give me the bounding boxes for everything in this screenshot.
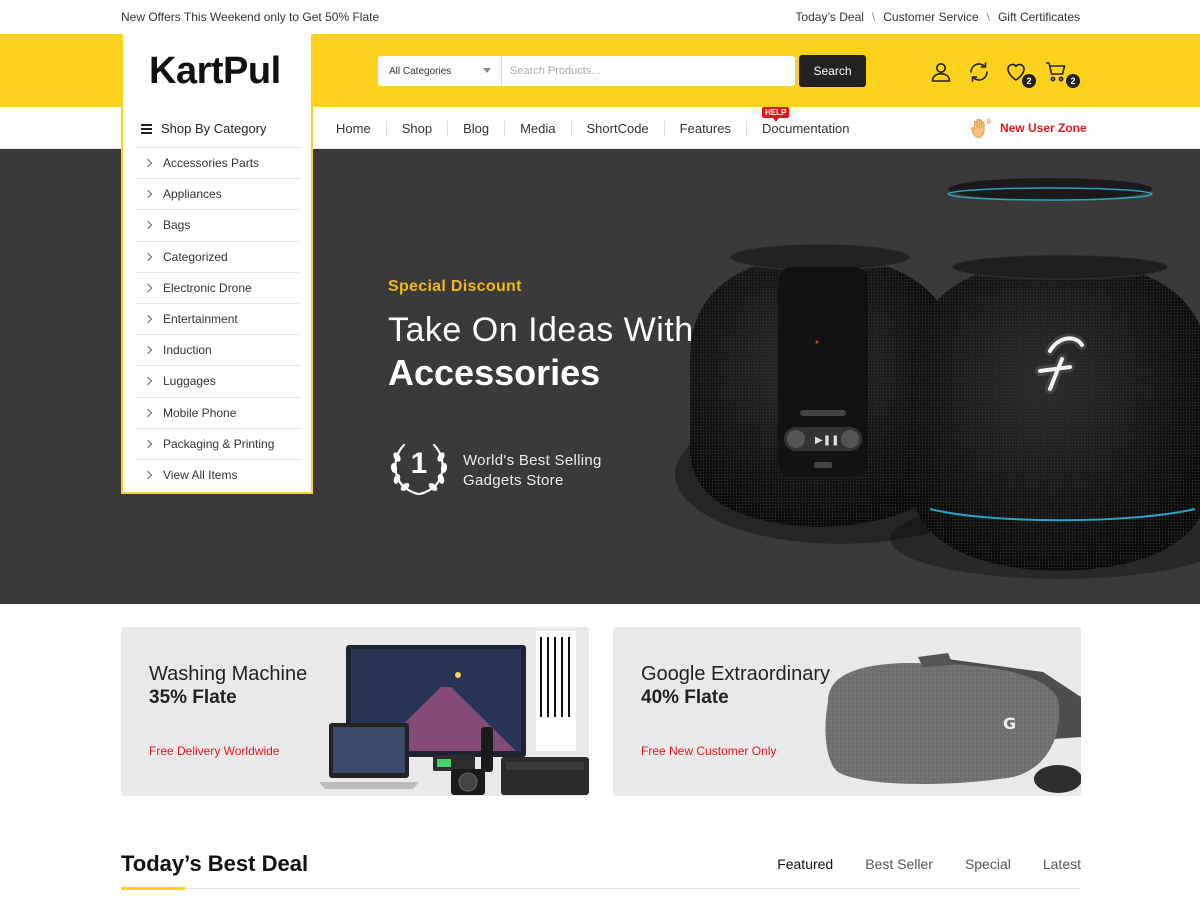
- category-select-value: All Categories: [389, 65, 452, 77]
- category-item-view-all[interactable]: View All Items: [135, 458, 301, 490]
- chevron-right-icon: [143, 252, 153, 261]
- category-item-entertainment[interactable]: Entertainment: [135, 302, 301, 334]
- category-item-packaging-printing[interactable]: Packaging & Printing: [135, 427, 301, 459]
- category-item-electronic-drone[interactable]: Electronic Drone: [135, 271, 301, 303]
- section-accent-bar: [121, 887, 185, 890]
- vr-headset-image: G: [825, 653, 1081, 793]
- tab-featured[interactable]: Featured: [777, 856, 833, 872]
- refresh-icon[interactable]: [967, 60, 991, 84]
- chevron-right-icon: [143, 158, 153, 168]
- chevron-down-icon: [483, 68, 491, 73]
- nav-features[interactable]: Features: [663, 121, 746, 136]
- category-label: Accessories Parts: [163, 156, 260, 171]
- banner-title: Google Extraordinary: [641, 663, 830, 685]
- tab-latest[interactable]: Latest: [1043, 856, 1081, 872]
- chevron-right-icon: [143, 221, 153, 230]
- svg-text:▶❚❚: ▶❚❚: [815, 435, 839, 446]
- help-badge: HELP: [762, 107, 790, 122]
- promo-banner-google-vr[interactable]: G Google Extraordinary 40% Flate Free Ne…: [613, 627, 1081, 796]
- user-icon[interactable]: [929, 60, 953, 84]
- gift-certificates-link[interactable]: Gift Certificates: [998, 10, 1080, 24]
- category-item-induction[interactable]: Induction: [135, 334, 301, 365]
- category-label: Electronic Drone: [163, 280, 252, 295]
- chevron-right-icon: [143, 439, 153, 449]
- category-list: Accessories Parts Appliances Bags Catego…: [135, 147, 301, 490]
- nav-home[interactable]: Home: [321, 121, 386, 136]
- menu-icon: [141, 123, 152, 134]
- separator: \: [986, 10, 990, 24]
- category-label: Bags: [163, 218, 191, 233]
- category-item-bags[interactable]: Bags: [135, 209, 301, 240]
- banner-title: Washing Machine: [149, 663, 308, 685]
- banner-note: Free Delivery Worldwide: [149, 744, 280, 758]
- cart-count-badge: 2: [1066, 74, 1080, 88]
- category-item-mobile-phone[interactable]: Mobile Phone: [135, 396, 301, 428]
- new-user-zone-link[interactable]: New User Zone: [968, 116, 1087, 140]
- chevron-right-icon: [143, 345, 153, 355]
- separator: \: [871, 10, 876, 24]
- category-title: Shop By Category: [161, 121, 267, 136]
- hero-headline: Take On Ideas With: [388, 311, 694, 349]
- banner-offer: 35% Flate: [149, 687, 237, 708]
- chevron-right-icon: [143, 470, 153, 480]
- category-sidebar: Shop By Category Accessories Parts Appli…: [121, 107, 313, 494]
- top-links: Today’s Deal \ Customer Service \ Gift C…: [795, 10, 1080, 24]
- deal-tabs: Featured Best Seller Special Latest: [777, 856, 1081, 872]
- customer-service-link[interactable]: Customer Service: [883, 10, 978, 24]
- category-label: Luggages: [163, 374, 216, 389]
- category-select[interactable]: All Categories: [378, 56, 502, 86]
- award-text-line: Gadgets Store: [463, 472, 564, 489]
- promo-text: New Offers This Weekend only to Get 50% …: [121, 10, 380, 24]
- banner-note: Free New Customer Only: [641, 744, 777, 758]
- category-label: Entertainment: [163, 312, 238, 327]
- search-input[interactable]: [502, 57, 795, 85]
- todays-deal-link[interactable]: Today’s Deal: [795, 10, 863, 24]
- nav-documentation[interactable]: Documentation: [745, 121, 864, 136]
- award-text: World's Best Selling Gadgets Store: [463, 451, 602, 491]
- main-nav: Home Shop Blog Media ShortCode Features …: [321, 121, 864, 136]
- section-divider: [121, 888, 1081, 889]
- category-label: Mobile Phone: [163, 405, 237, 420]
- category-label: Appliances: [163, 187, 222, 202]
- electronics-product-image: [319, 631, 589, 795]
- new-user-zone-label: New User Zone: [1000, 121, 1087, 135]
- tab-best-seller[interactable]: Best Seller: [865, 856, 933, 872]
- nav-blog[interactable]: Blog: [447, 121, 504, 136]
- shop-by-category-header[interactable]: Shop By Category: [141, 121, 267, 136]
- category-item-categorized[interactable]: Categorized: [135, 240, 301, 272]
- section-title: Today’s Best Deal: [121, 851, 309, 876]
- tab-special[interactable]: Special: [965, 856, 1011, 872]
- hero-kicker: Special Discount: [388, 278, 522, 295]
- site-logo[interactable]: KartPul: [149, 50, 281, 93]
- chevron-right-icon: [143, 377, 153, 386]
- top-bar: New Offers This Weekend only to Get 50% …: [0, 0, 1200, 34]
- category-item-appliances[interactable]: Appliances: [135, 178, 301, 209]
- category-label: Packaging & Printing: [163, 436, 275, 451]
- award-text-line: World's Best Selling: [463, 452, 602, 469]
- cart-icon[interactable]: [1044, 60, 1068, 84]
- award-number: 1: [410, 447, 428, 480]
- search-button[interactable]: Search: [799, 55, 866, 87]
- chevron-right-icon: [143, 314, 153, 324]
- chevron-right-icon: [143, 283, 153, 293]
- waving-hand-icon: [971, 118, 991, 138]
- category-label: Categorized: [163, 249, 228, 264]
- svg-text:G: G: [1003, 714, 1016, 733]
- banner-offer: 40% Flate: [641, 687, 729, 708]
- nav-shortcode[interactable]: ShortCode: [570, 121, 664, 136]
- chevron-right-icon: [143, 190, 153, 199]
- wishlist-count-badge: 2: [1022, 74, 1036, 88]
- chevron-right-icon: [143, 408, 153, 417]
- search-bar: All Categories: [378, 56, 795, 86]
- category-label: View All Items: [163, 467, 238, 482]
- hero-headline-strong: Accessories: [388, 352, 601, 393]
- nav-shop[interactable]: Shop: [385, 121, 447, 136]
- promo-banner-washing-machine[interactable]: Washing Machine 35% Flate Free Delivery …: [121, 627, 589, 796]
- category-item-accessories-parts[interactable]: Accessories Parts: [135, 147, 301, 178]
- nav-media[interactable]: Media: [504, 121, 570, 136]
- category-item-luggages[interactable]: Luggages: [135, 365, 301, 396]
- logo-box: KartPul: [121, 34, 313, 108]
- category-label: Induction: [163, 343, 212, 358]
